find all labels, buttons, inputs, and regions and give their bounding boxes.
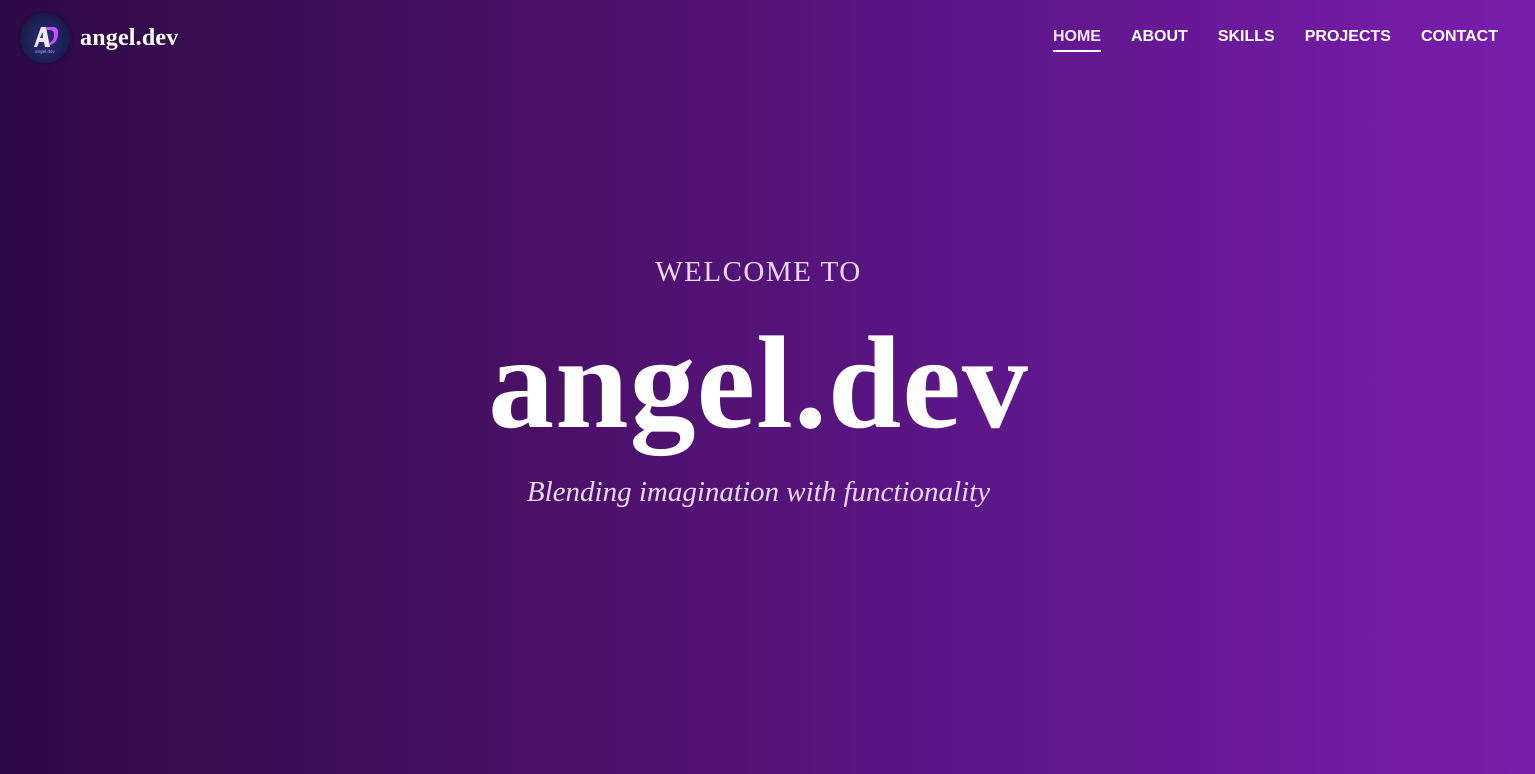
nav-link-home[interactable]: HOME <box>1052 27 1101 52</box>
hero-title: angel.dev <box>488 309 1029 456</box>
hero-tagline: Blending imagination with functionality <box>526 476 991 508</box>
logo-icon[interactable]: angel.dev <box>20 13 70 63</box>
nav-link-skills[interactable]: SKILLS <box>1218 27 1275 52</box>
brand-name[interactable]: angel.dev <box>80 25 178 52</box>
nav-menu: HOME ABOUT SKILLS PROJECTS CONTACT <box>1052 27 1498 52</box>
nav-link-projects[interactable]: PROJECTS <box>1305 27 1391 52</box>
logo-caption: angel.dev <box>35 49 55 54</box>
brand[interactable]: angel.dev angel.dev <box>20 13 178 63</box>
nav-link-contact[interactable]: CONTACT <box>1421 27 1498 52</box>
navbar: angel.dev angel.dev HOME ABOUT SKILLS PR… <box>0 0 1535 76</box>
nav-link-about[interactable]: ABOUT <box>1131 27 1188 52</box>
welcome-text: WELCOME TO <box>655 256 862 288</box>
